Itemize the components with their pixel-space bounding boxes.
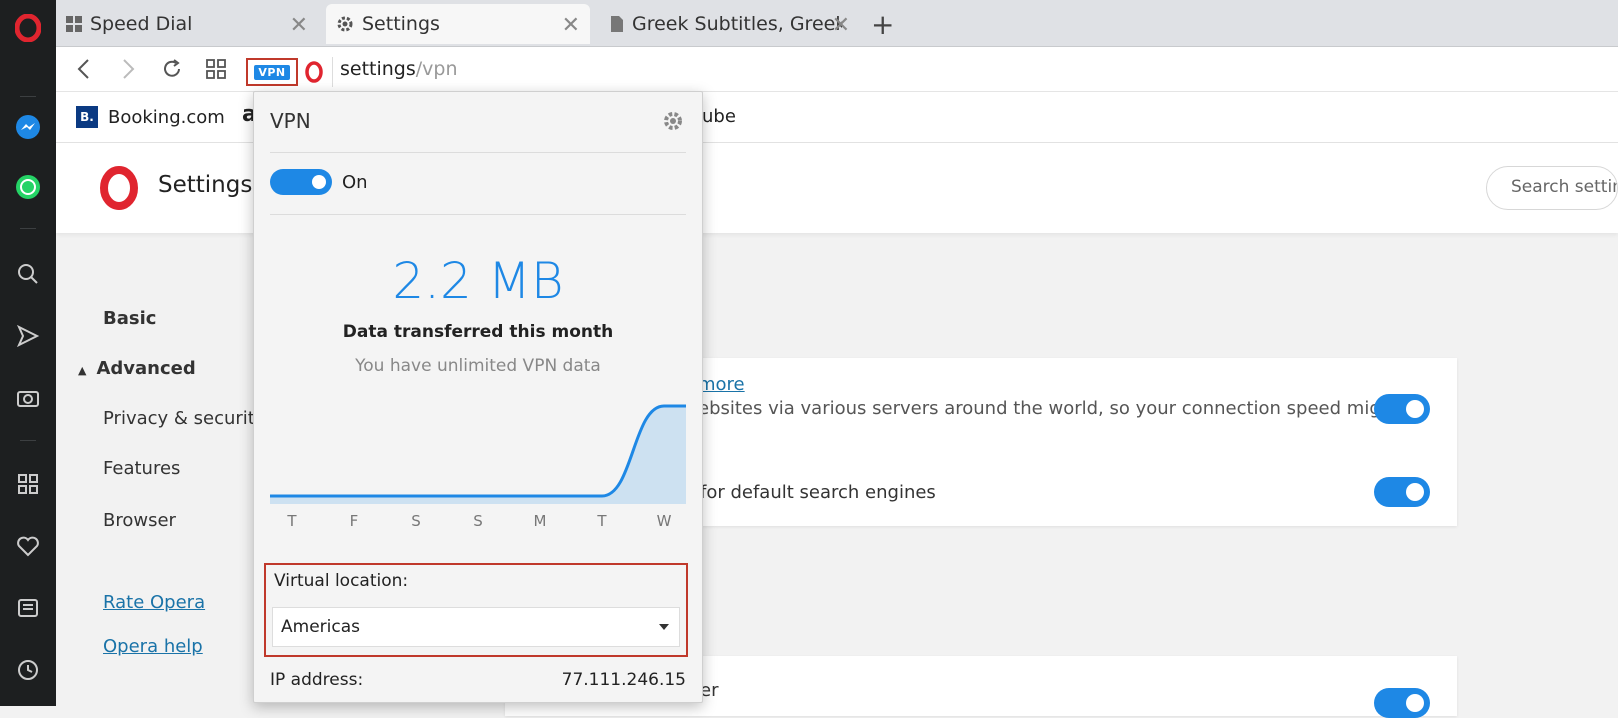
url-field[interactable]: settings/vpn bbox=[340, 58, 458, 80]
close-tab-icon[interactable]: ✕ bbox=[290, 13, 308, 38]
heart-icon[interactable] bbox=[14, 532, 42, 560]
day-label: T bbox=[287, 512, 297, 530]
opera-help-link[interactable]: Opera help bbox=[103, 636, 203, 657]
vpn-description: ebsites via various servers around the w… bbox=[698, 398, 1400, 419]
day-label: S bbox=[411, 512, 421, 530]
virtual-location-select[interactable]: Americas bbox=[272, 607, 680, 647]
bookmark-booking[interactable]: B. Booking.com bbox=[76, 106, 225, 128]
vpn-state-label: On bbox=[342, 172, 368, 193]
nav-advanced-label: Advanced bbox=[96, 358, 196, 379]
virtual-location-value: Americas bbox=[281, 617, 360, 637]
vpn-settings-gear-icon[interactable] bbox=[662, 110, 684, 136]
opera-url-icon bbox=[304, 61, 324, 87]
url-path: /vpn bbox=[415, 58, 458, 80]
document-icon bbox=[610, 15, 624, 33]
tab-label: Settings bbox=[362, 13, 440, 35]
vpn-on-toggle[interactable] bbox=[270, 169, 332, 195]
virtual-location-section: Virtual location: Americas bbox=[264, 563, 688, 657]
bookmark-label: ube bbox=[702, 106, 736, 127]
usage-chart bbox=[270, 404, 686, 504]
chevron-down-icon bbox=[659, 624, 669, 630]
learn-more-link[interactable]: more bbox=[698, 374, 745, 395]
day-label: T bbox=[597, 512, 607, 530]
tab-label: Greek Subtitles, Greek bbox=[632, 13, 842, 35]
camera-icon[interactable] bbox=[14, 384, 42, 412]
bypass-search-toggle[interactable] bbox=[1374, 477, 1430, 507]
news-icon[interactable] bbox=[14, 594, 42, 622]
history-icon[interactable] bbox=[14, 656, 42, 684]
ip-address-label: IP address: bbox=[270, 670, 364, 690]
page-title: Settings bbox=[158, 172, 253, 198]
nav-advanced[interactable]: ▲ Advanced bbox=[78, 358, 196, 379]
unlimited-data-note: You have unlimited VPN data bbox=[355, 356, 601, 376]
search-settings-input[interactable]: Search settings bbox=[1486, 166, 1618, 210]
speed-dial-icon[interactable] bbox=[14, 470, 42, 498]
forward-button[interactable] bbox=[114, 55, 142, 83]
messenger-icon[interactable] bbox=[14, 113, 42, 141]
bookmark-youtube[interactable]: ube bbox=[702, 106, 736, 127]
day-label: M bbox=[533, 512, 547, 530]
usage-area bbox=[270, 406, 686, 504]
close-tab-icon[interactable]: ✕ bbox=[562, 13, 580, 38]
sidebar-separator bbox=[20, 96, 36, 97]
virtual-location-label: Virtual location: bbox=[274, 571, 409, 591]
close-tab-icon[interactable]: ✕ bbox=[832, 13, 850, 38]
url-main: settings bbox=[340, 58, 416, 80]
reload-button[interactable] bbox=[158, 55, 186, 83]
nav-privacy-security[interactable]: Privacy & security bbox=[103, 408, 266, 429]
day-label: F bbox=[349, 512, 359, 530]
day-label: W bbox=[656, 512, 672, 530]
speed-dial-button[interactable] bbox=[202, 55, 230, 83]
send-icon[interactable] bbox=[14, 322, 42, 350]
grid-icon bbox=[66, 16, 82, 32]
vpn-badge-label: VPN bbox=[254, 64, 290, 80]
tab-greek-subtitles[interactable]: Greek Subtitles, Greek ✕ bbox=[600, 4, 860, 44]
bypass-search-label: for default search engines bbox=[700, 482, 936, 503]
sidebar bbox=[0, 0, 56, 706]
rate-opera-link[interactable]: Rate Opera bbox=[103, 592, 205, 613]
nav-browser[interactable]: Browser bbox=[103, 510, 176, 531]
back-button[interactable] bbox=[70, 55, 98, 83]
divider bbox=[270, 214, 686, 215]
booking-icon: B. bbox=[76, 106, 98, 128]
vpn-popup-title: VPN bbox=[270, 109, 311, 133]
vpn-popup: VPN On 2.2 MB Data transferred this mont… bbox=[253, 91, 703, 703]
new-tab-button[interactable]: + bbox=[871, 8, 894, 41]
gear-icon bbox=[336, 15, 354, 33]
tab-speed-dial[interactable]: Speed Dial ✕ bbox=[56, 4, 318, 44]
opera-logo-icon[interactable] bbox=[14, 14, 42, 42]
nav-features[interactable]: Features bbox=[103, 458, 180, 479]
search-icon[interactable] bbox=[14, 260, 42, 288]
sidebar-separator bbox=[20, 228, 36, 229]
nav-basic[interactable]: Basic bbox=[103, 308, 156, 329]
whatsapp-icon[interactable] bbox=[14, 173, 42, 201]
tab-settings[interactable]: Settings ✕ bbox=[326, 4, 590, 44]
tab-label: Speed Dial bbox=[90, 13, 193, 35]
url-divider bbox=[332, 57, 333, 87]
divider bbox=[270, 152, 686, 153]
tab-strip: Speed Dial ✕ Settings ✕ Greek Subtitles,… bbox=[56, 0, 1618, 47]
bookmark-label: Booking.com bbox=[108, 106, 225, 128]
vpn-badge-button[interactable]: VPN bbox=[246, 58, 298, 86]
collapse-arrow-icon: ▲ bbox=[78, 364, 87, 377]
data-transferred-label: Data transferred this month bbox=[342, 322, 614, 342]
sidebar-separator bbox=[20, 440, 36, 441]
search-placeholder: Search settings bbox=[1511, 177, 1617, 197]
card2-toggle[interactable] bbox=[1374, 688, 1430, 718]
enable-vpn-toggle[interactable] bbox=[1374, 394, 1430, 424]
data-amount: 2.2 MB bbox=[392, 252, 564, 310]
ip-address-value: 77.111.246.15 bbox=[561, 670, 686, 690]
opera-settings-logo-icon bbox=[98, 166, 140, 214]
day-label: S bbox=[473, 512, 483, 530]
